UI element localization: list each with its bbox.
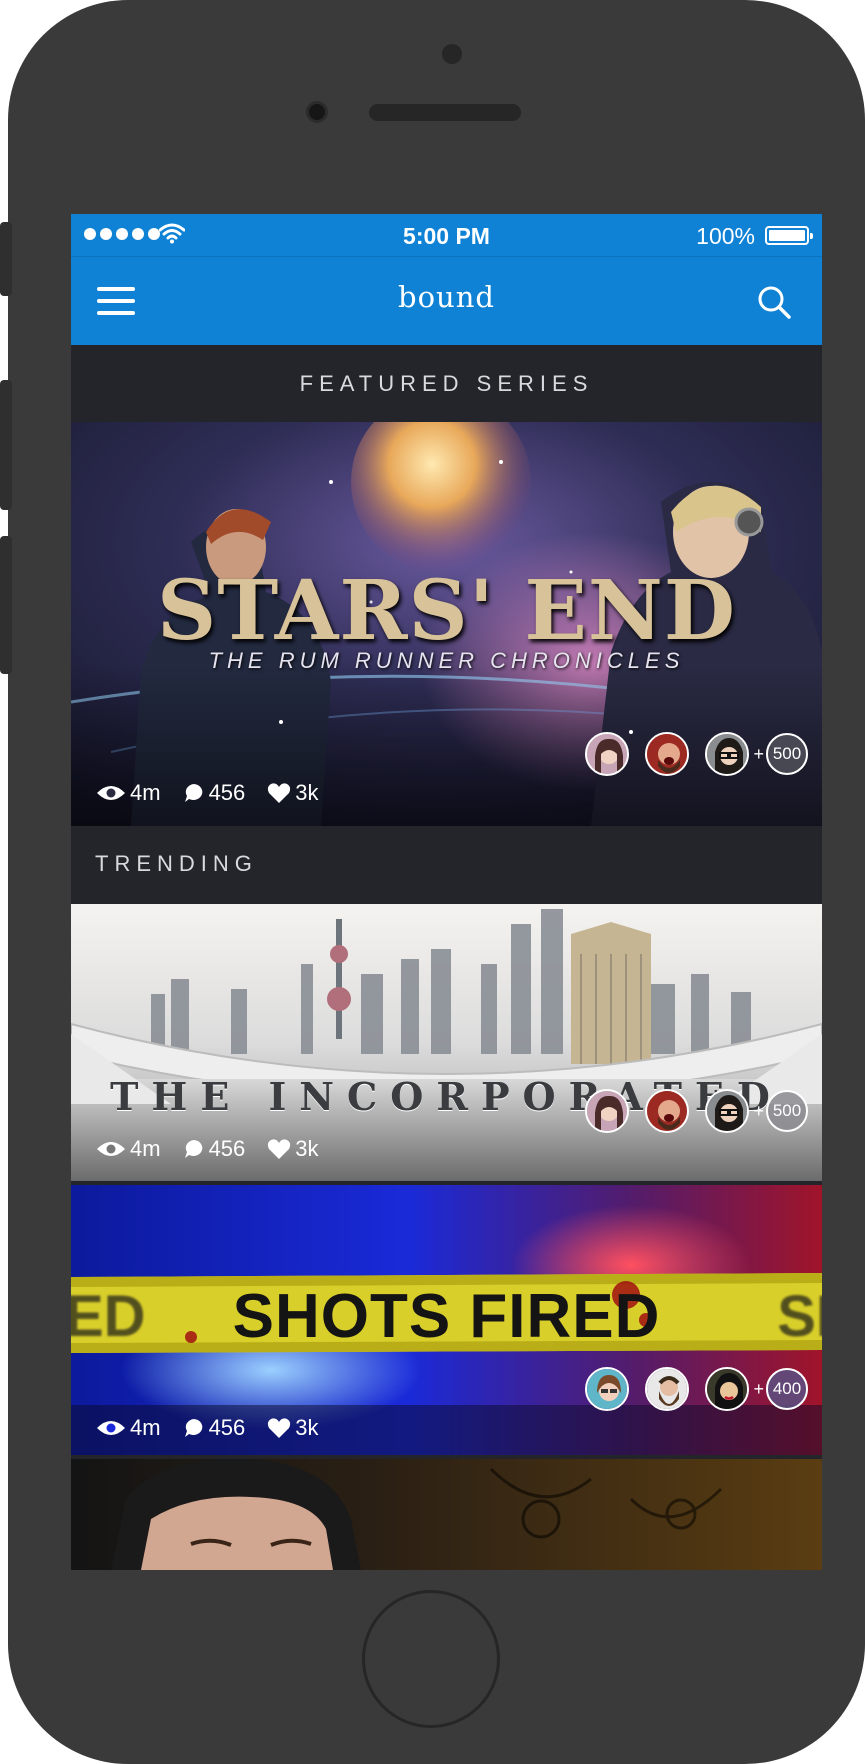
contributor-avatars[interactable]: + 400 <box>569 1367 808 1411</box>
like-count: 3k <box>267 780 319 806</box>
app-screen: 5:00 PM 100% bound FEATURED SERIES STARS… <box>71 214 822 1570</box>
view-count: 4m <box>96 1415 161 1441</box>
view-count: 4m <box>96 1136 161 1162</box>
avatar[interactable] <box>645 1089 690 1133</box>
view-count-value: 4m <box>130 1136 161 1161</box>
shots-fired-title: SHOTS FIRED <box>232 1282 661 1351</box>
avatar[interactable] <box>645 732 690 776</box>
home-button[interactable] <box>362 1590 500 1728</box>
view-count-value: 4m <box>130 780 161 805</box>
more-contributors-badge[interactable]: 500 <box>766 733 808 775</box>
avatar[interactable] <box>705 1367 750 1411</box>
like-count: 3k <box>267 1415 319 1441</box>
avatar[interactable] <box>585 1089 630 1133</box>
comment-icon <box>184 1140 202 1158</box>
status-bar: 5:00 PM 100% <box>71 214 822 256</box>
series-card-shots-fired[interactable]: ED SI SHOTS FIRED 4m 456 3k <box>71 1185 822 1455</box>
view-count-value: 4m <box>130 1415 161 1440</box>
comment-count-value: 456 <box>208 780 246 805</box>
comment-count-value: 456 <box>208 1415 246 1440</box>
battery-icon <box>765 226 813 245</box>
stars-end-title: STARS' END <box>157 563 736 659</box>
like-count-value: 3k <box>295 1136 319 1161</box>
card-stats: 4m 456 3k <box>96 780 341 806</box>
battery-percentage: 100% <box>696 223 755 249</box>
eye-icon <box>97 786 125 800</box>
plus-sign: + <box>753 1100 764 1121</box>
avatar[interactable] <box>585 1367 630 1411</box>
navigation-bar: bound <box>71 256 822 345</box>
avatar[interactable] <box>705 732 750 776</box>
eye-icon <box>97 1142 125 1156</box>
mute-switch <box>0 222 12 296</box>
partial-series-cover-art <box>71 1459 822 1570</box>
contributor-avatars[interactable]: + 500 <box>569 732 808 776</box>
volume-up-button <box>0 380 12 510</box>
series-card-the-incorporated[interactable]: THE INCORPORATED 4m 456 3k + 500 <box>71 904 822 1181</box>
comment-count: 456 <box>183 1136 246 1162</box>
more-contributors-badge[interactable]: 500 <box>766 1090 808 1132</box>
phone-frame: 5:00 PM 100% bound FEATURED SERIES STARS… <box>0 0 865 1764</box>
contributor-avatars[interactable]: + 500 <box>569 1089 808 1133</box>
avatar[interactable] <box>705 1089 750 1133</box>
like-count: 3k <box>267 1136 319 1162</box>
stars-end-subtitle: THE RUM RUNNER CHRONICLES <box>208 648 685 673</box>
like-count-value: 3k <box>295 780 319 805</box>
card-stats: 4m 456 3k <box>96 1415 341 1441</box>
more-contributors-badge[interactable]: 400 <box>766 1368 808 1410</box>
avatar[interactable] <box>645 1367 690 1411</box>
plus-sign: + <box>753 1378 764 1399</box>
app-title: bound <box>398 280 495 314</box>
series-card-partial[interactable] <box>71 1459 822 1570</box>
search-icon[interactable] <box>756 284 792 320</box>
featured-series-card[interactable]: STARS' END THE RUM RUNNER CHRONICLES 4m … <box>71 422 822 826</box>
featured-series-heading: FEATURED SERIES <box>71 345 822 422</box>
comment-count-value: 456 <box>208 1136 246 1161</box>
like-count-value: 3k <box>295 1415 319 1440</box>
comment-count: 456 <box>183 780 246 806</box>
front-camera <box>306 101 328 123</box>
avatar[interactable] <box>585 732 630 776</box>
proximity-sensor <box>442 44 462 64</box>
comment-icon <box>184 784 202 802</box>
heart-icon <box>268 1139 291 1159</box>
plus-sign: + <box>753 743 764 764</box>
eye-icon <box>97 1421 125 1435</box>
card-stats: 4m 456 3k <box>96 1136 341 1162</box>
comment-count: 456 <box>183 1415 246 1441</box>
trending-heading: TRENDING <box>71 826 822 901</box>
heart-icon <box>268 783 291 803</box>
earpiece-speaker <box>369 104 521 121</box>
volume-down-button <box>0 536 12 674</box>
comment-icon <box>184 1419 202 1437</box>
heart-icon <box>268 1418 291 1438</box>
view-count: 4m <box>96 780 161 806</box>
